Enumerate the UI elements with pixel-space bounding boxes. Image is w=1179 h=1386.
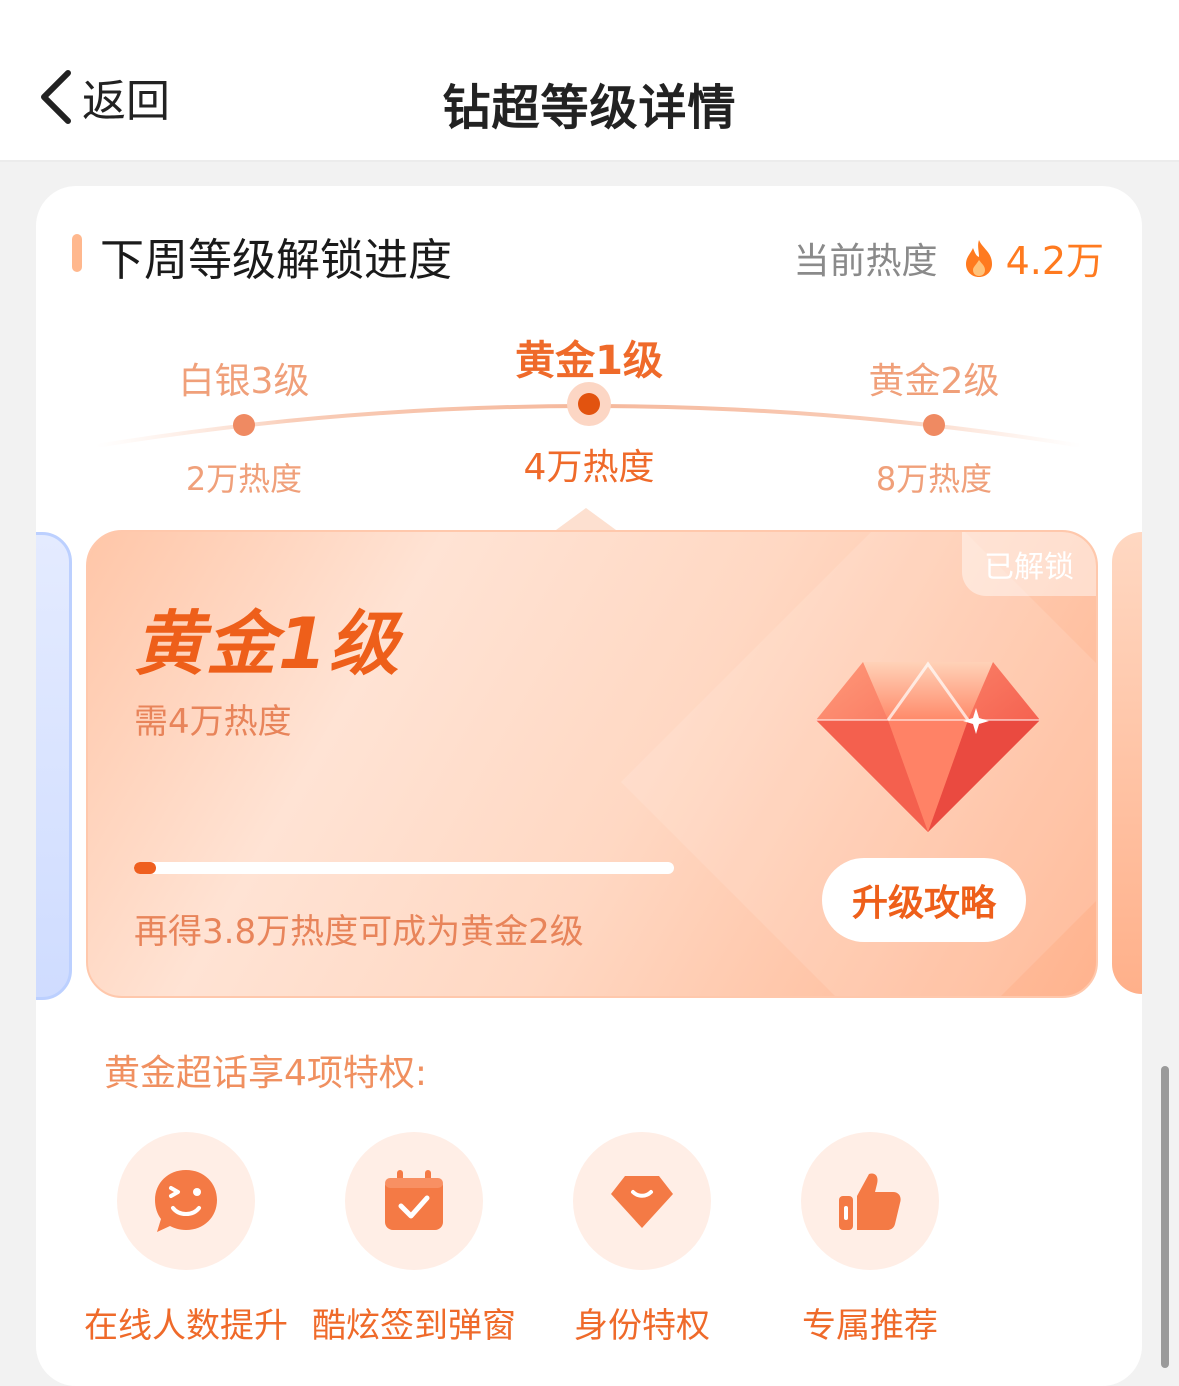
timeline-level-name[interactable]: 白银3级 xyxy=(179,352,310,404)
privilege-label: 酷炫签到弹窗 xyxy=(312,1306,516,1346)
unlocked-badge: 已解锁 xyxy=(962,532,1096,596)
gem-icon xyxy=(816,661,1040,832)
timeline-level-name[interactable]: 黄金2级 xyxy=(869,352,1000,404)
current-heat-label: 当前热度 xyxy=(793,240,938,282)
section-title: 下周等级解锁进度 xyxy=(100,235,452,286)
page-title: 钻超等级详情 xyxy=(442,80,737,136)
privilege-item[interactable]: 身份特权 xyxy=(527,1132,757,1347)
upgrade-hint: 再得3.8万热度可成为黄金2级 xyxy=(134,912,584,952)
smiley-chat-icon xyxy=(155,1170,217,1232)
current-heat: 当前热度 4.2万 xyxy=(794,230,1104,285)
privilege-label: 在线人数提升 xyxy=(84,1306,288,1346)
level-timeline: 白银3级 2万热度 黄金1级 4万热度 黄金2级 8万热度 xyxy=(36,326,1142,506)
next-level-card[interactable] xyxy=(1112,532,1142,994)
privilege-item[interactable]: 酷炫签到弹窗 xyxy=(299,1132,529,1347)
timeline-dot-2 xyxy=(923,414,945,436)
timeline-level-name-active[interactable]: 黄金1级 xyxy=(515,328,663,386)
timeline-level-heat-active: 4万热度 xyxy=(523,447,655,488)
diamond-icon xyxy=(611,1176,673,1228)
thumbs-up-icon xyxy=(839,1173,901,1230)
privilege-icon-circle xyxy=(801,1132,939,1270)
scrollbar[interactable] xyxy=(1161,1066,1169,1368)
current-heat-value: 4.2万 xyxy=(1005,239,1104,283)
calendar-check-icon xyxy=(385,1170,443,1230)
upgrade-guide-button[interactable]: 升级攻略 xyxy=(822,858,1026,942)
timeline-level-heat: 2万热度 xyxy=(185,460,303,498)
timeline-dot-1 xyxy=(578,393,600,415)
timeline-dot-0 xyxy=(233,414,255,436)
privilege-label: 身份特权 xyxy=(574,1306,710,1346)
level-panel: 下周等级解锁进度 当前热度 4.2万 白银3级 2万热度 黄金1级 4万热度 黄… xyxy=(36,186,1142,1386)
navigation-bar: 返回 钻超等级详情 xyxy=(0,0,1179,162)
level-progress-bar xyxy=(134,862,674,874)
privilege-item[interactable]: 在线人数提升 xyxy=(71,1132,301,1347)
level-card: 已解锁 黄金1级 需4万热度 再得3.8万热度可成为黄金2级 升级攻略 xyxy=(86,530,1098,998)
card-pointer xyxy=(556,508,616,530)
privilege-item[interactable]: 专属推荐 xyxy=(755,1132,985,1347)
privileges-title: 黄金超话享4项特权: xyxy=(104,1053,428,1094)
flame-icon xyxy=(965,239,992,277)
previous-level-card[interactable] xyxy=(36,532,72,1000)
privilege-icon-circle xyxy=(117,1132,255,1270)
section-accent-bar xyxy=(72,234,82,272)
level-progress-fill xyxy=(134,862,156,874)
privilege-label: 专属推荐 xyxy=(802,1306,938,1346)
card-requirement: 需4万热度 xyxy=(134,702,292,742)
card-level-title: 黄金1级 xyxy=(134,603,401,685)
timeline-level-heat: 8万热度 xyxy=(875,460,993,498)
privilege-icon-circle xyxy=(573,1132,711,1270)
privilege-icon-circle xyxy=(345,1132,483,1270)
